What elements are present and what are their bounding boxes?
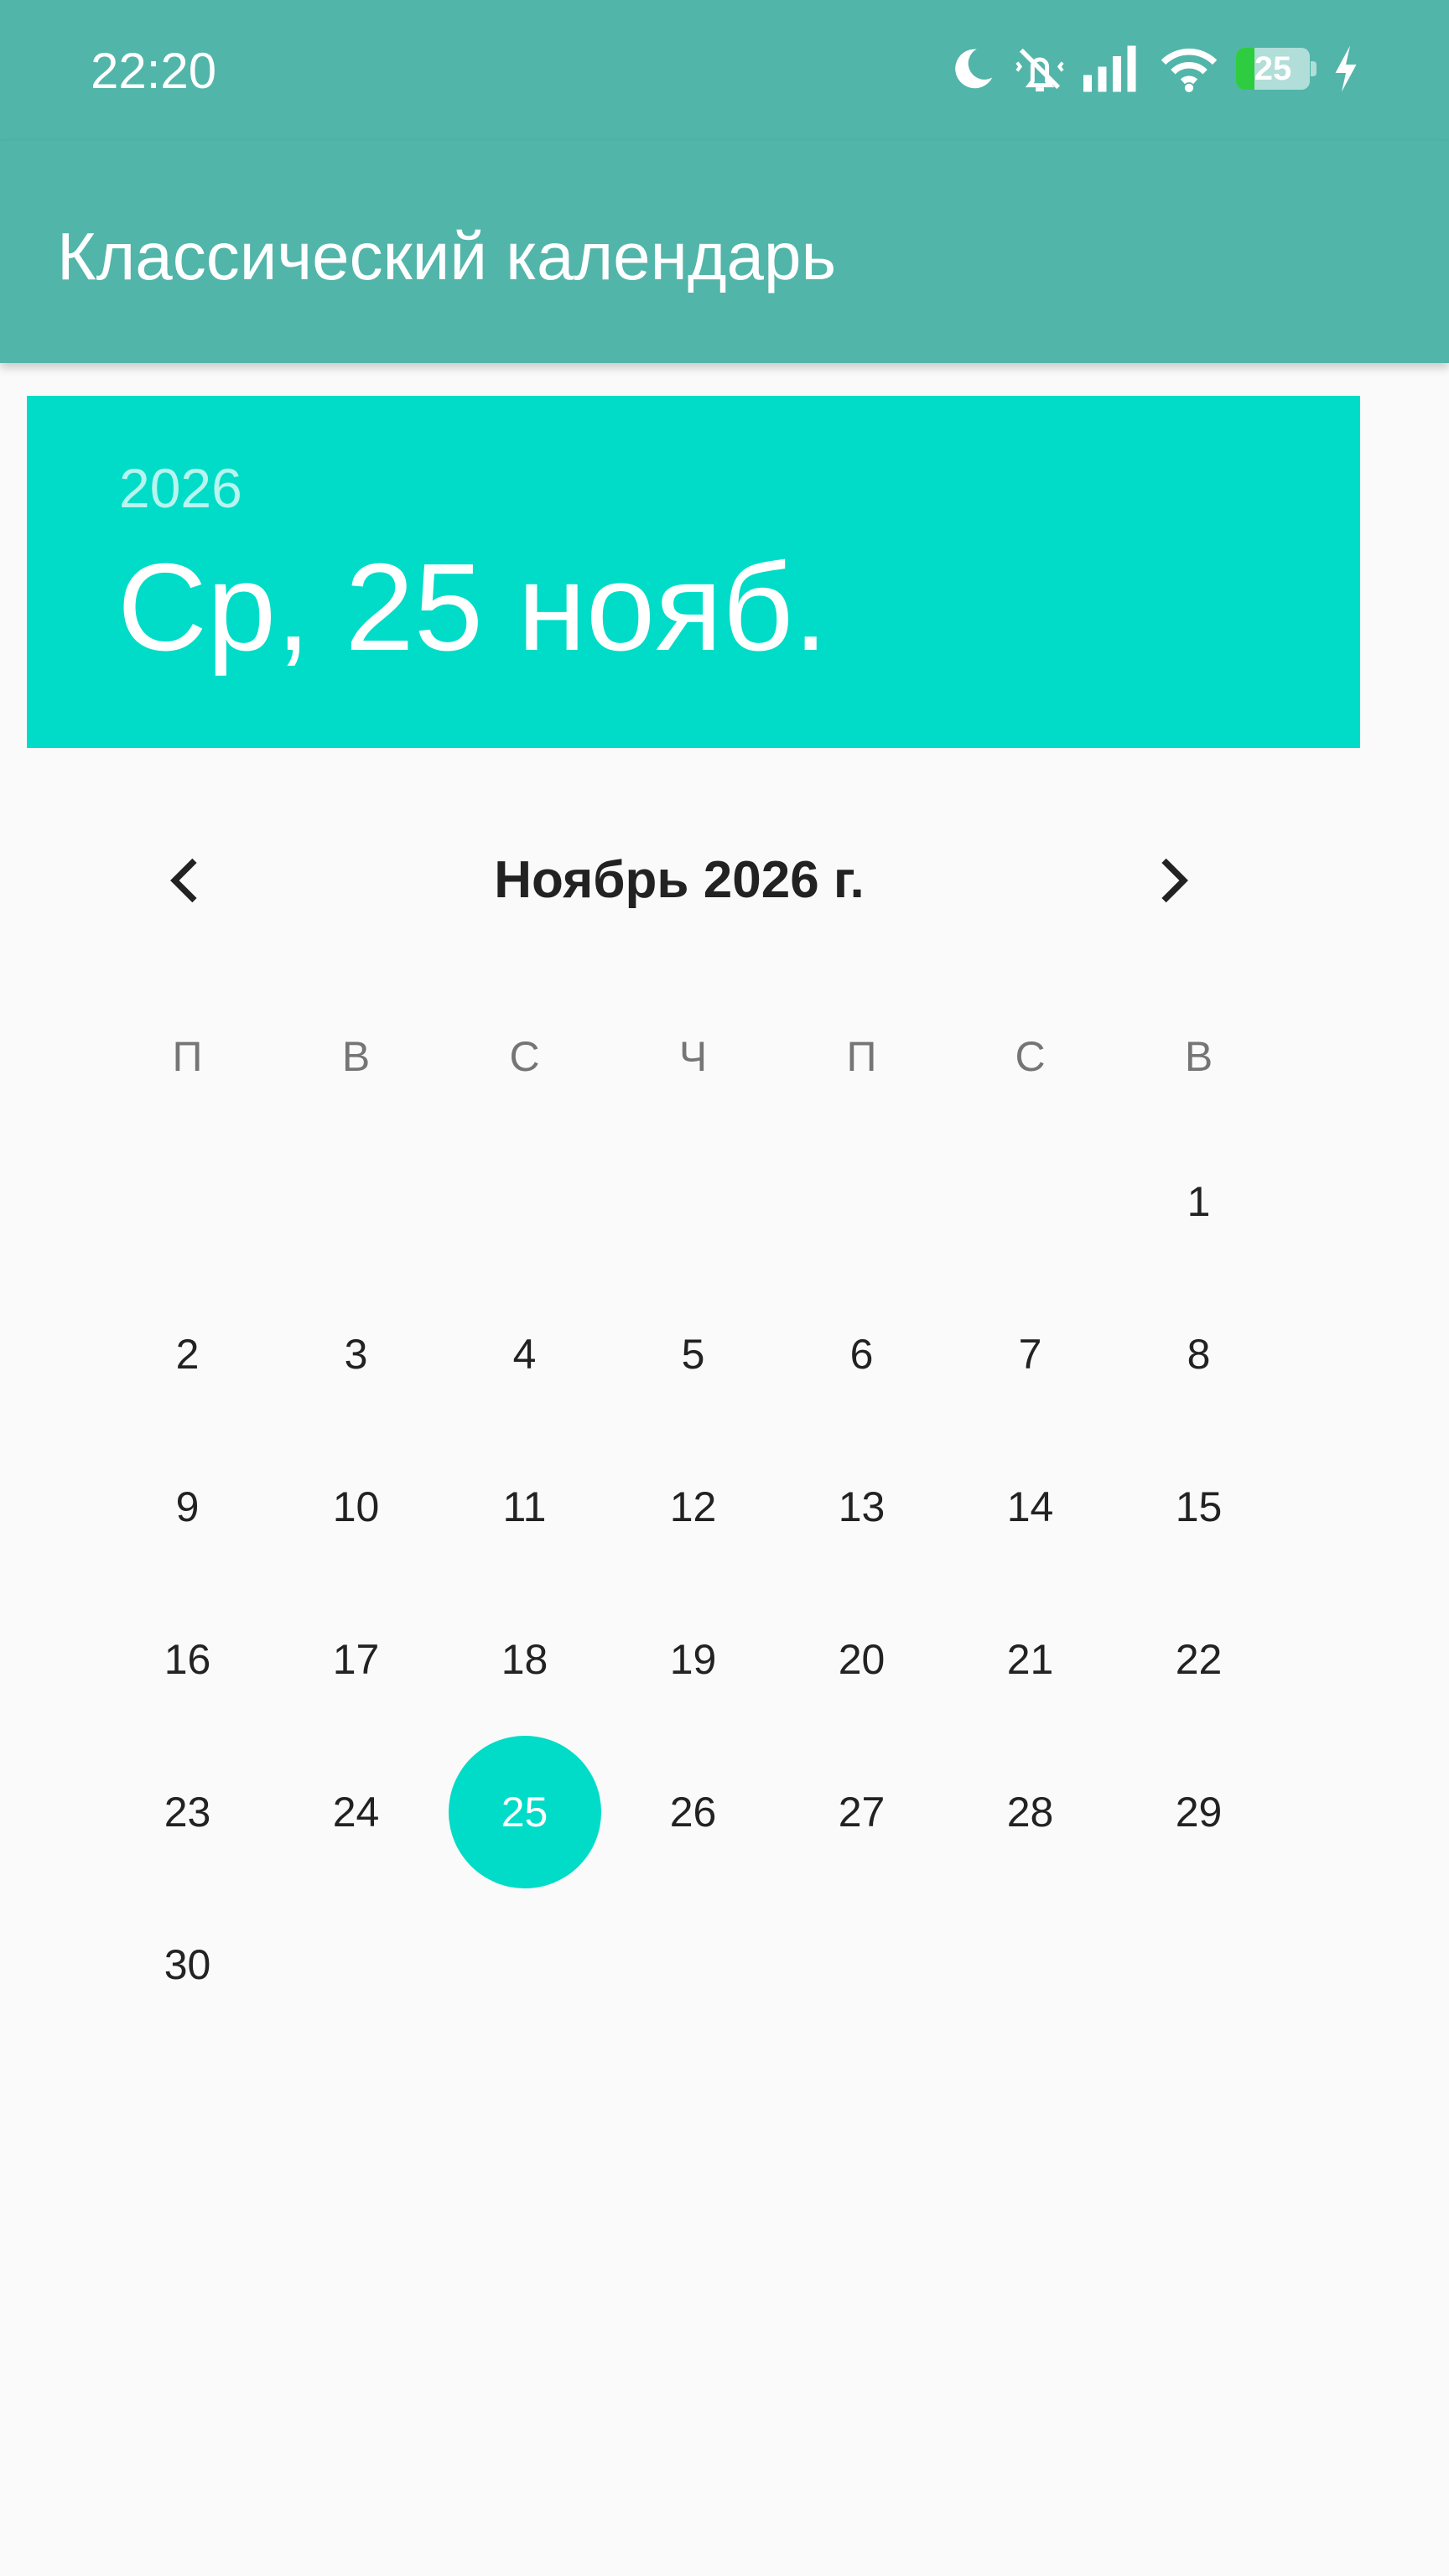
app-bar: Классический календарь bbox=[0, 141, 1449, 363]
day-cell[interactable]: 28 bbox=[946, 1736, 1114, 1888]
day-number: 1 bbox=[1187, 1178, 1211, 1225]
day-number: 13 bbox=[838, 1483, 886, 1530]
weekday-label: В bbox=[341, 1033, 371, 1080]
day-cell[interactable]: 13 bbox=[777, 1431, 946, 1583]
app-title: Классический календарь bbox=[57, 219, 837, 293]
empty-day-cell bbox=[440, 1125, 609, 1278]
weekday-label: С bbox=[1015, 1033, 1046, 1080]
day-cell[interactable]: 26 bbox=[609, 1736, 777, 1888]
day-cell[interactable]: 9 bbox=[103, 1431, 272, 1583]
day-cell[interactable]: 23 bbox=[103, 1736, 272, 1888]
empty-day-cell bbox=[272, 1125, 440, 1278]
battery-tip bbox=[1311, 61, 1317, 76]
weekday-label: Ч bbox=[678, 1033, 708, 1080]
day-cell[interactable]: 20 bbox=[777, 1583, 946, 1736]
empty-day-cell bbox=[946, 1125, 1114, 1278]
day-cell[interactable]: 15 bbox=[1114, 1431, 1283, 1583]
day-cell[interactable]: 3 bbox=[272, 1278, 440, 1431]
next-month-button[interactable] bbox=[1124, 830, 1224, 931]
selected-day-cell[interactable]: 25 bbox=[440, 1736, 609, 1888]
weekday-label: С bbox=[509, 1033, 540, 1080]
day-cell[interactable]: 11 bbox=[440, 1431, 609, 1583]
status-time: 22:20 bbox=[91, 43, 217, 99]
day-number: 28 bbox=[1006, 1789, 1054, 1836]
day-number: 8 bbox=[1187, 1331, 1211, 1378]
day-number: 23 bbox=[164, 1789, 211, 1836]
status-icons: 25 bbox=[949, 39, 1358, 99]
selected-date-header: 2026 Ср, 25 нояб. bbox=[27, 396, 1360, 748]
day-number: 11 bbox=[502, 1483, 547, 1530]
day-number: 30 bbox=[164, 1941, 211, 1988]
empty-day-cell bbox=[103, 1125, 272, 1278]
month-title: Ноябрь 2026 г. bbox=[494, 851, 865, 909]
day-number: 7 bbox=[1018, 1331, 1042, 1378]
day-cell[interactable]: 22 bbox=[1114, 1583, 1283, 1736]
status-bar: 22:20 25 bbox=[0, 0, 1449, 141]
day-cell[interactable]: 21 bbox=[946, 1583, 1114, 1736]
day-number: 24 bbox=[332, 1789, 380, 1836]
day-cell[interactable]: 30 bbox=[103, 1888, 272, 2041]
weekday-label: П bbox=[846, 1033, 877, 1080]
day-number: 17 bbox=[332, 1636, 380, 1683]
day-number: 22 bbox=[1175, 1636, 1223, 1683]
day-cell[interactable]: 16 bbox=[103, 1583, 272, 1736]
day-cell[interactable]: 14 bbox=[946, 1431, 1114, 1583]
day-cell[interactable]: 10 bbox=[272, 1431, 440, 1583]
day-number: 21 bbox=[1006, 1636, 1054, 1683]
day-number: 12 bbox=[669, 1483, 717, 1530]
header-date[interactable]: Ср, 25 нояб. bbox=[117, 537, 828, 679]
header-year[interactable]: 2026 bbox=[119, 456, 242, 520]
day-number: 5 bbox=[681, 1331, 705, 1378]
day-cell[interactable]: 18 bbox=[440, 1583, 609, 1736]
day-number: 10 bbox=[332, 1483, 380, 1530]
day-number: 19 bbox=[669, 1636, 717, 1683]
day-cell[interactable]: 4 bbox=[440, 1278, 609, 1431]
day-cell[interactable]: 19 bbox=[609, 1583, 777, 1736]
day-cell[interactable]: 1 bbox=[1114, 1125, 1283, 1278]
chevron-right-icon bbox=[1161, 858, 1188, 903]
weekday-header-row: П В С Ч П С В bbox=[103, 1023, 1283, 1090]
day-number: 16 bbox=[164, 1636, 211, 1683]
day-cell[interactable]: 29 bbox=[1114, 1736, 1283, 1888]
vibrate-off-icon bbox=[1013, 44, 1067, 94]
day-cell[interactable]: 2 bbox=[103, 1278, 272, 1431]
day-cell[interactable]: 8 bbox=[1114, 1278, 1283, 1431]
day-number: 26 bbox=[669, 1789, 717, 1836]
battery-level: 25 bbox=[1254, 50, 1292, 87]
weekday-label: П bbox=[172, 1033, 203, 1080]
charging-icon bbox=[1333, 45, 1358, 92]
day-number: 3 bbox=[344, 1331, 368, 1378]
month-navigation: Ноябрь 2026 г. bbox=[134, 830, 1224, 931]
weekday-label: В bbox=[1184, 1033, 1213, 1080]
day-number: 25 bbox=[448, 1736, 601, 1888]
signal-icon bbox=[1083, 45, 1142, 92]
day-cell[interactable]: 6 bbox=[777, 1278, 946, 1431]
day-number: 9 bbox=[175, 1483, 200, 1530]
day-number: 18 bbox=[501, 1636, 548, 1683]
day-number: 4 bbox=[512, 1331, 537, 1378]
day-cell[interactable]: 27 bbox=[777, 1736, 946, 1888]
day-number: 15 bbox=[1175, 1483, 1223, 1530]
days-grid: 1 2 3 4 5 6 7 8 9 10 11 12 13 14 15 16 17 18 19 20 21 22 23 24 2… bbox=[103, 1125, 1283, 2041]
day-cell[interactable]: 5 bbox=[609, 1278, 777, 1431]
day-cell[interactable]: 7 bbox=[946, 1278, 1114, 1431]
moon-icon bbox=[949, 45, 996, 92]
day-cell[interactable]: 17 bbox=[272, 1583, 440, 1736]
empty-day-cell bbox=[609, 1125, 777, 1278]
day-number: 29 bbox=[1175, 1789, 1223, 1836]
day-number: 6 bbox=[849, 1331, 874, 1378]
day-number: 27 bbox=[838, 1789, 886, 1836]
battery-icon: 25 bbox=[1236, 48, 1317, 90]
day-cell[interactable]: 12 bbox=[609, 1431, 777, 1583]
empty-day-cell bbox=[777, 1125, 946, 1278]
day-number: 20 bbox=[838, 1636, 886, 1683]
day-number: 2 bbox=[175, 1331, 200, 1378]
day-number: 14 bbox=[1006, 1483, 1054, 1530]
day-cell[interactable]: 24 bbox=[272, 1736, 440, 1888]
wifi-icon bbox=[1159, 45, 1219, 92]
